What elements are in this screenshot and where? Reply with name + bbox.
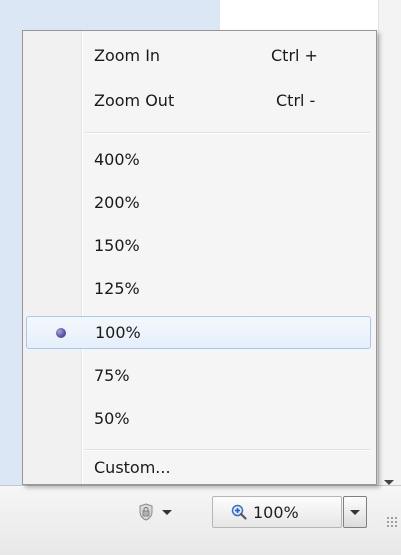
menu-item-shortcut: Ctrl - bbox=[276, 91, 316, 110]
menu-item-custom[interactable]: Custom... bbox=[26, 451, 371, 483]
menu-item-zoom-out[interactable]: Zoom Out Ctrl - bbox=[26, 84, 371, 117]
zoom-dropdown-button[interactable] bbox=[343, 496, 367, 528]
menu-item-label: 50% bbox=[94, 409, 130, 428]
radio-selected-icon bbox=[56, 327, 66, 338]
chevron-down-icon bbox=[162, 509, 172, 515]
menu-item-label: 75% bbox=[94, 366, 130, 385]
menu-item-label: Custom... bbox=[94, 457, 171, 477]
security-button[interactable] bbox=[120, 498, 190, 526]
zoom-menu: Zoom In Ctrl + Zoom Out Ctrl - 400% 200%… bbox=[22, 30, 377, 485]
menu-item-zoom-in[interactable]: Zoom In Ctrl + bbox=[26, 39, 371, 72]
menu-item-zoom-150[interactable]: 150% bbox=[26, 229, 371, 262]
menu-item-shortcut: Ctrl + bbox=[271, 46, 318, 65]
zoom-level-button[interactable]: 100% bbox=[212, 496, 342, 528]
menu-item-zoom-125[interactable]: 125% bbox=[26, 272, 371, 305]
resize-grip[interactable] bbox=[386, 516, 398, 528]
menu-item-zoom-75[interactable]: 75% bbox=[26, 359, 371, 392]
menu-item-label: Zoom In bbox=[94, 46, 161, 65]
menu-item-label: 150% bbox=[94, 236, 140, 255]
chevron-down-icon bbox=[350, 509, 360, 515]
vertical-scrollbar[interactable] bbox=[378, 0, 401, 485]
menu-item-zoom-100[interactable]: 100% bbox=[26, 316, 371, 349]
zoom-level-value: 100% bbox=[253, 502, 299, 522]
status-bar: 100% bbox=[0, 485, 401, 555]
menu-item-label: 100% bbox=[95, 323, 141, 342]
menu-item-zoom-200[interactable]: 200% bbox=[26, 186, 371, 219]
menu-item-label: 200% bbox=[94, 193, 140, 212]
menu-item-label: Zoom Out bbox=[94, 91, 175, 110]
menu-item-label: 400% bbox=[94, 150, 140, 169]
menu-item-zoom-400[interactable]: 400% bbox=[26, 143, 371, 176]
menu-item-zoom-50[interactable]: 50% bbox=[26, 402, 371, 435]
menu-item-label: 125% bbox=[94, 279, 140, 298]
shield-lock-icon bbox=[138, 503, 154, 521]
magnifier-plus-icon bbox=[231, 504, 247, 520]
menu-separator bbox=[85, 132, 370, 134]
